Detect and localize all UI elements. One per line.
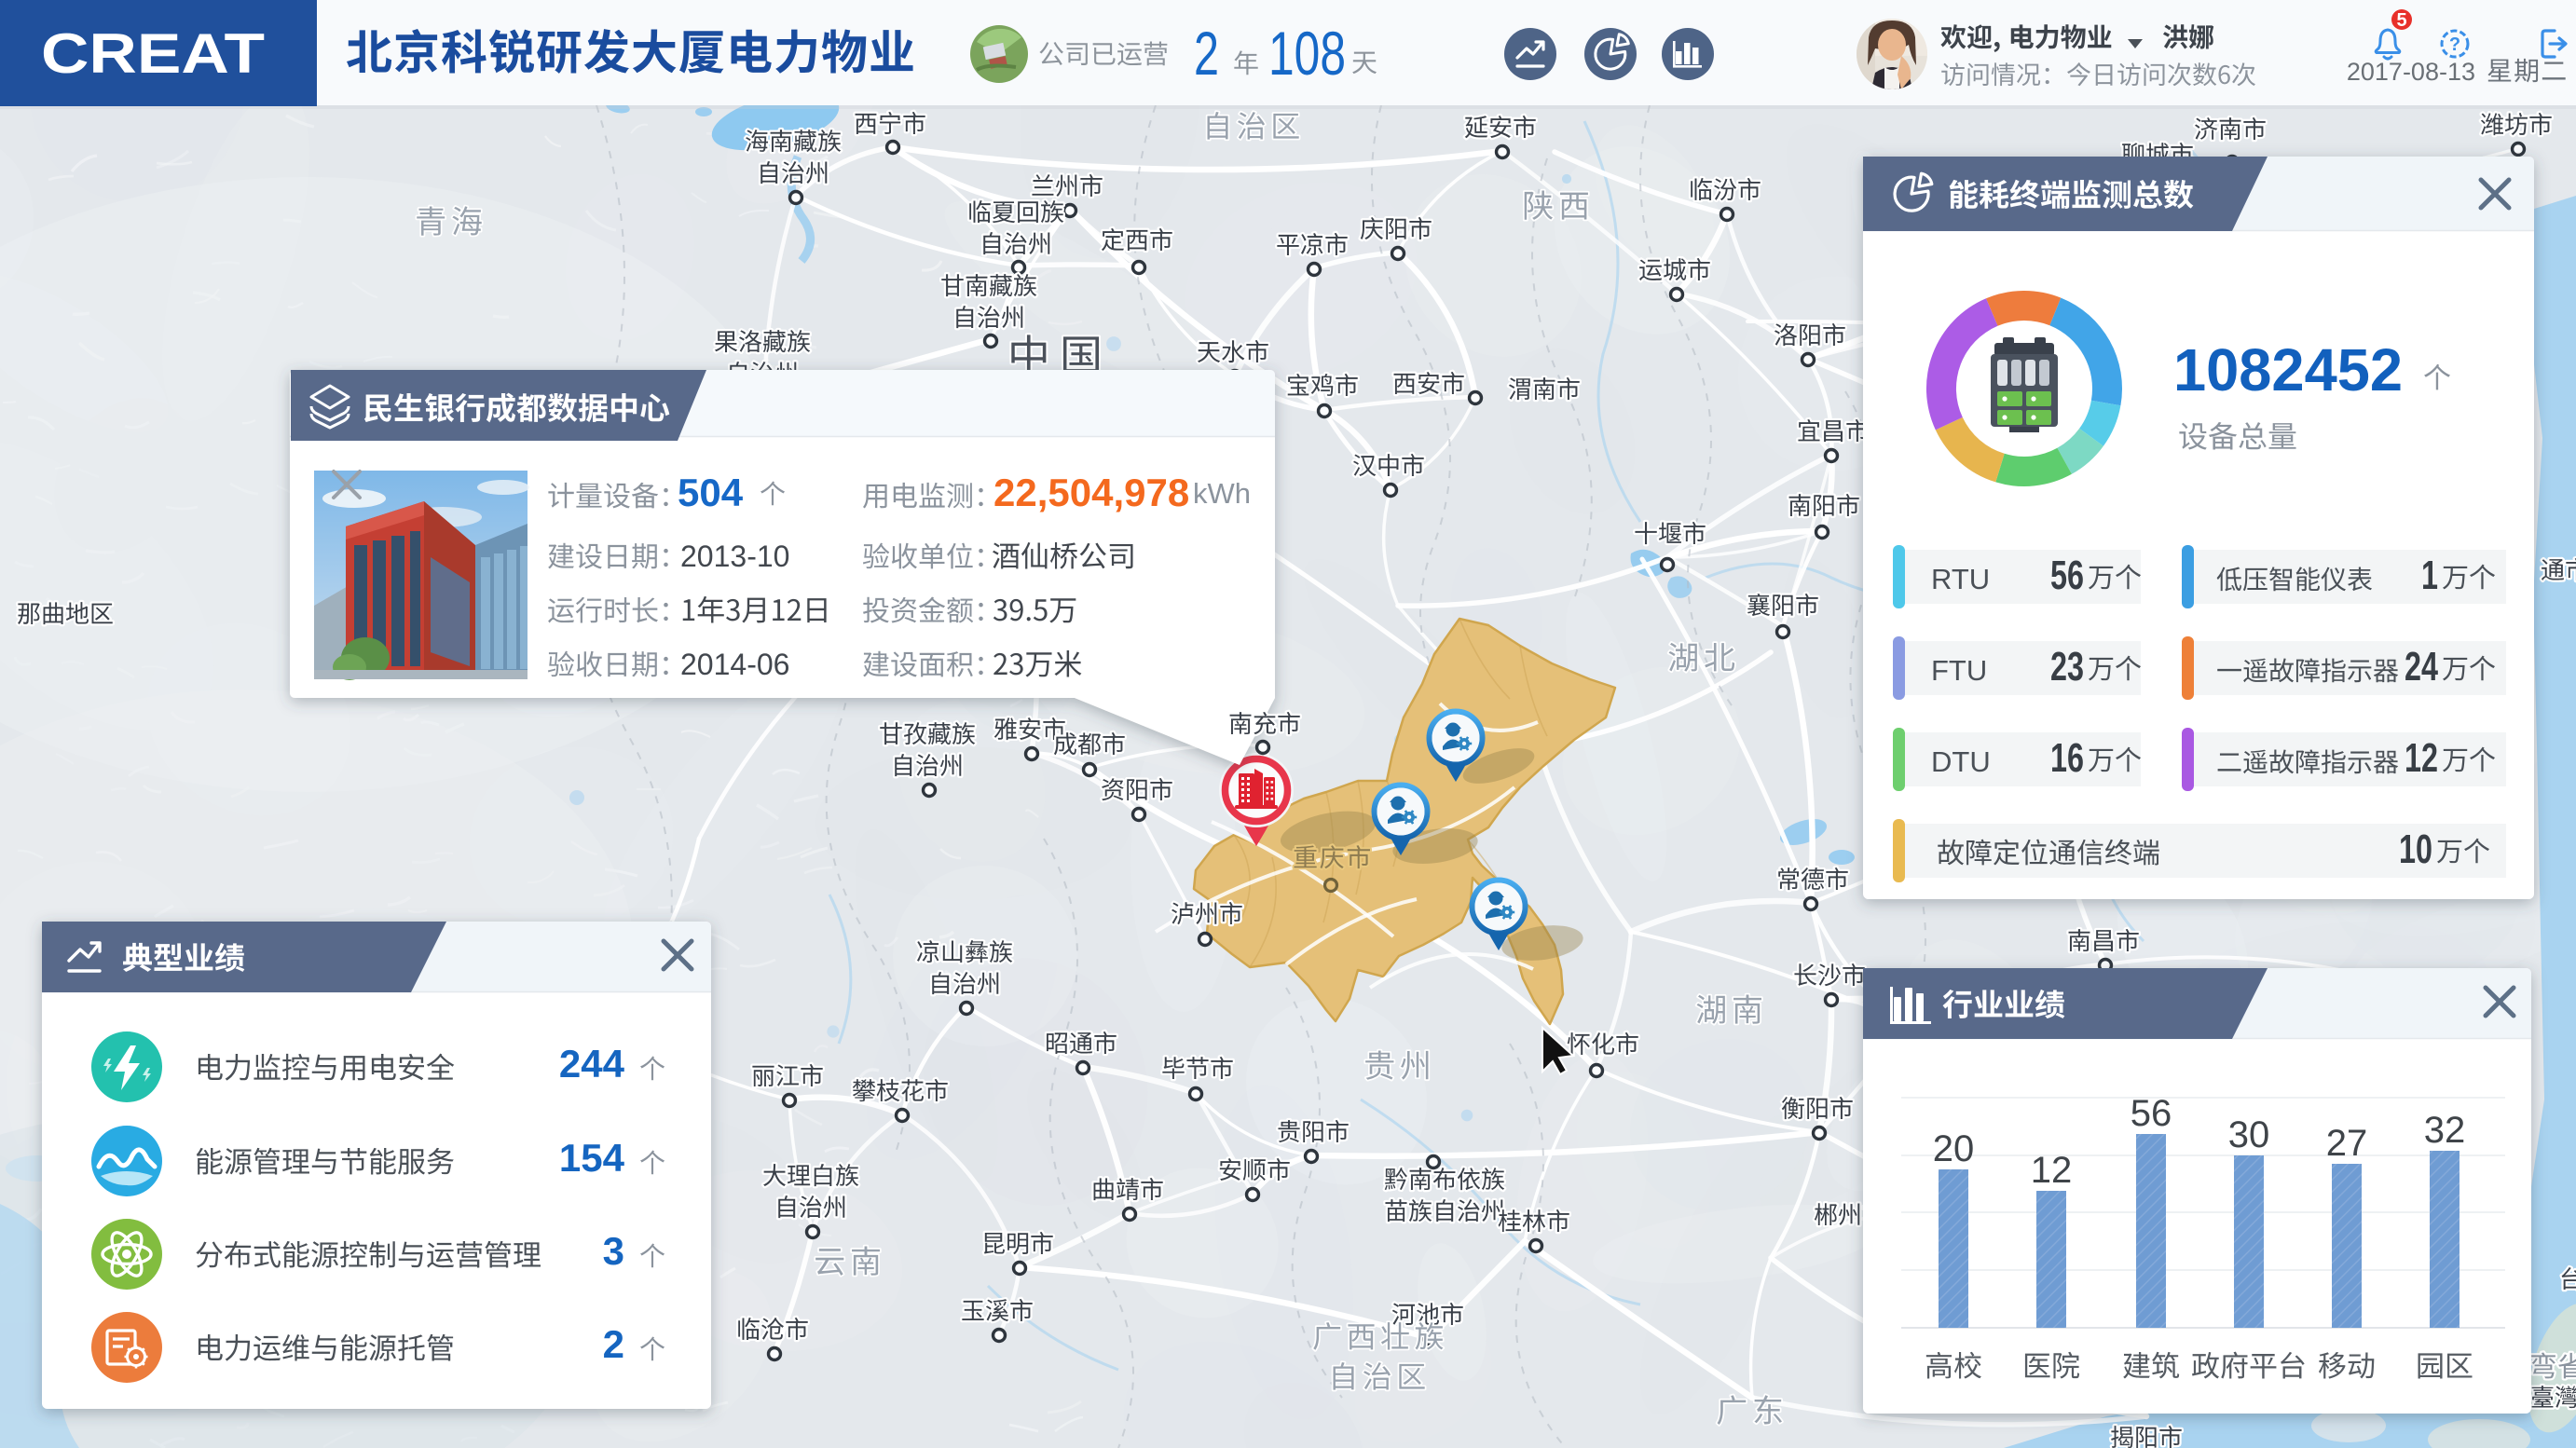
svg-text:27: 27 — [2326, 1123, 2368, 1164]
svg-text:3: 3 — [603, 1229, 624, 1273]
svg-text:2014-06: 2014-06 — [680, 648, 789, 681]
svg-text:DTU: DTU — [1931, 745, 1991, 778]
svg-text:56: 56 — [2050, 553, 2084, 598]
svg-text:22,504,978: 22,504,978 — [993, 471, 1189, 514]
svg-text:?: ? — [2449, 34, 2460, 55]
svg-text:20: 20 — [1933, 1128, 1975, 1169]
svg-text:30: 30 — [2228, 1114, 2270, 1155]
svg-text:12: 12 — [2405, 735, 2438, 781]
svg-text:10: 10 — [2399, 826, 2432, 872]
svg-text:1: 1 — [2421, 553, 2438, 598]
svg-text:1082452: 1082452 — [2173, 336, 2403, 403]
svg-text:16: 16 — [2050, 735, 2084, 781]
svg-text:CREAT: CREAT — [41, 22, 265, 85]
svg-text:32: 32 — [2424, 1110, 2466, 1151]
svg-text:504: 504 — [678, 471, 744, 514]
svg-text:kWh: kWh — [1193, 477, 1251, 510]
svg-text:2: 2 — [1194, 19, 1219, 88]
svg-text:24: 24 — [2405, 644, 2438, 690]
svg-text:5: 5 — [2396, 10, 2406, 31]
svg-text:23: 23 — [2050, 644, 2084, 690]
svg-text:56: 56 — [2131, 1093, 2172, 1134]
svg-text:2013-10: 2013-10 — [680, 540, 789, 573]
svg-text:154: 154 — [559, 1136, 625, 1180]
svg-text:108: 108 — [1268, 19, 1346, 88]
svg-text:2017-08-13: 2017-08-13 — [2347, 58, 2475, 86]
svg-text:FTU: FTU — [1931, 654, 1987, 687]
svg-text:244: 244 — [559, 1042, 625, 1086]
svg-text:12: 12 — [2031, 1150, 2073, 1191]
svg-text:RTU: RTU — [1931, 563, 1990, 595]
svg-text:2: 2 — [603, 1322, 624, 1366]
